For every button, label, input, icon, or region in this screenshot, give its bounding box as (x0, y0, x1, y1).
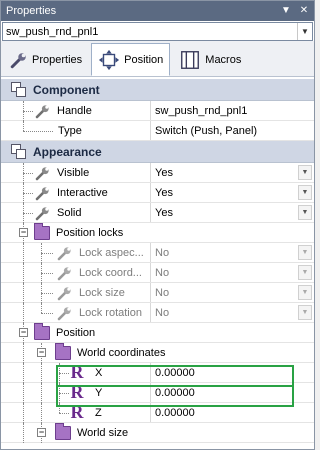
property-name: Lock rotation (79, 306, 142, 319)
property-name: Interactive (57, 186, 108, 199)
group-world-size[interactable]: − World size (1, 422, 314, 443)
group-position[interactable]: − Position (1, 322, 314, 343)
property-row-solid[interactable]: Solid Yes ▼ (1, 203, 314, 223)
chevron-down-icon[interactable]: ▼ (298, 265, 312, 280)
wrench-icon (57, 306, 71, 320)
property-value: No (155, 246, 170, 259)
property-row-visible[interactable]: Visible Yes ▼ (1, 163, 314, 183)
chevron-down-icon[interactable]: ▼ (298, 165, 312, 180)
property-value: sw_push_rnd_pnl1 (155, 104, 248, 117)
group-world-coordinates[interactable]: − World coordinates (1, 342, 314, 363)
property-value: Yes (155, 206, 173, 219)
property-row-interactive[interactable]: Interactive Yes ▼ (1, 183, 314, 203)
property-row-lock-coord[interactable]: Lock coord... No ▼ (1, 263, 314, 283)
properties-panel: Properties ▼ ✕ sw_push_rnd_pnl1 ▼ Proper… (0, 0, 315, 450)
property-row-z[interactable]: R Z 0.00000 (1, 402, 314, 423)
property-value: Yes (155, 186, 173, 199)
property-row-lock-rotation[interactable]: Lock rotation No ▼ (1, 303, 314, 323)
property-name: Lock size (79, 286, 125, 299)
property-name: Visible (57, 166, 90, 179)
group-title: World size (77, 426, 129, 439)
folder-icon (34, 322, 50, 340)
object-selector[interactable]: sw_push_rnd_pnl1 ▼ (2, 22, 313, 41)
property-value[interactable]: 0.00000 (155, 387, 195, 399)
category-icon (11, 81, 27, 98)
tab-position-label: Position (124, 53, 164, 66)
title-bar: Properties ▼ ✕ (1, 1, 314, 21)
wrench-icon (35, 104, 49, 118)
property-name: Y (95, 386, 103, 399)
r-icon: R (70, 382, 84, 402)
move-icon (99, 49, 120, 70)
wrench-icon (35, 166, 49, 180)
group-title: Position (56, 326, 96, 339)
group-position-locks[interactable]: − Position locks (1, 222, 314, 243)
tab-properties[interactable]: Properties (3, 43, 89, 76)
category-component[interactable]: Component (1, 79, 314, 101)
property-value: No (155, 286, 170, 299)
wrench-icon (10, 52, 26, 68)
category-title: Appearance (33, 144, 102, 159)
wrench-icon (57, 246, 71, 260)
property-row-type[interactable]: Type Switch (Push, Panel) (1, 121, 314, 141)
wrench-icon (57, 266, 71, 280)
chevron-down-icon[interactable]: ▼ (298, 205, 312, 220)
folder-icon (34, 222, 50, 240)
property-name: X (95, 366, 103, 379)
r-icon: R (70, 402, 84, 422)
property-value[interactable]: 0.00000 (155, 407, 195, 419)
chevron-down-icon[interactable]: ▼ (298, 305, 312, 320)
category-appearance[interactable]: Appearance (1, 141, 314, 163)
property-name: Lock aspec... (79, 246, 144, 259)
property-name: Lock coord... (79, 266, 142, 279)
tab-macros[interactable]: Macros (172, 43, 248, 76)
folder-icon (55, 422, 71, 440)
property-name: Type (58, 124, 82, 137)
group-title: World coordinates (77, 346, 166, 359)
property-name: Handle (57, 104, 92, 117)
property-row-x[interactable]: R X 0.00000 (1, 362, 314, 383)
chevron-down-icon[interactable]: ▼ (298, 245, 312, 260)
category-icon (11, 143, 27, 160)
tab-macros-label: Macros (205, 53, 242, 66)
property-value: Yes (155, 166, 173, 179)
wrench-icon (35, 206, 49, 220)
property-value: No (155, 306, 170, 319)
collapse-icon[interactable]: − (19, 328, 28, 337)
group-title: Position locks (56, 226, 124, 239)
property-name: Z (95, 406, 102, 419)
macros-icon (181, 50, 200, 69)
r-icon: R (70, 362, 84, 382)
tab-position[interactable]: Position (91, 43, 171, 76)
chevron-down-icon[interactable]: ▼ (298, 185, 312, 200)
category-title: Component (33, 82, 100, 97)
folder-icon (55, 342, 71, 360)
property-name: Solid (57, 206, 82, 219)
chevron-down-icon[interactable]: ▼ (298, 285, 312, 300)
dropdown-icon[interactable]: ▼ (280, 5, 292, 17)
collapse-icon[interactable]: − (19, 228, 28, 237)
tab-bar: Properties Position Macros (1, 41, 314, 77)
collapse-icon[interactable]: − (37, 428, 46, 437)
wrench-icon (35, 186, 49, 200)
property-grid: Component Handle sw_push_rnd_pnl1 Type S… (1, 79, 314, 449)
collapse-icon[interactable]: − (37, 348, 46, 357)
property-row-lock-size[interactable]: Lock size No ▼ (1, 283, 314, 303)
property-row-handle[interactable]: Handle sw_push_rnd_pnl1 (1, 101, 314, 121)
property-value: No (155, 266, 170, 279)
window-title: Properties (6, 5, 57, 17)
wrench-icon (57, 286, 71, 300)
property-row-y[interactable]: R Y 0.00000 (1, 382, 314, 403)
property-value: Switch (Push, Panel) (155, 124, 258, 137)
object-selector-value: sw_push_rnd_pnl1 (6, 25, 99, 38)
chevron-down-icon[interactable]: ▼ (297, 23, 312, 40)
property-row-lock-aspect[interactable]: Lock aspec... No ▼ (1, 243, 314, 263)
tab-properties-label: Properties (32, 53, 83, 66)
property-value[interactable]: 0.00000 (155, 367, 195, 379)
close-icon[interactable]: ✕ (298, 5, 310, 17)
